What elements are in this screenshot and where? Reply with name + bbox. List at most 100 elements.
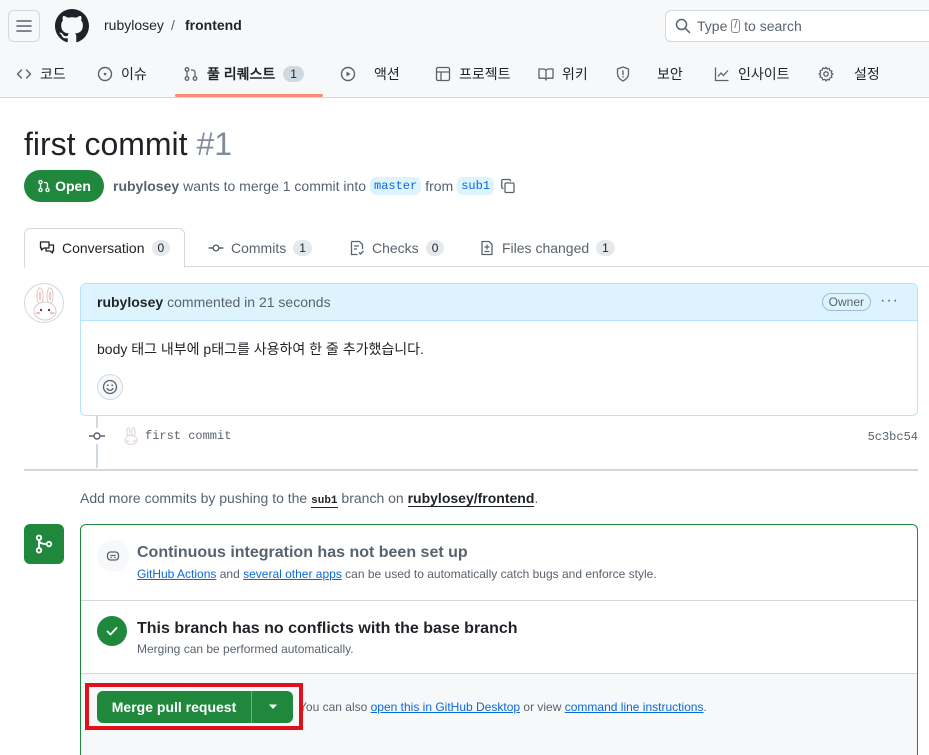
commit-message-link[interactable]: first commit <box>145 429 231 443</box>
other-apps-link[interactable]: several other apps <box>243 567 342 581</box>
base-branch-label[interactable]: master <box>370 177 422 195</box>
nav-security-label: 보안 <box>657 66 683 82</box>
pr-meta-text: wants to merge 1 commit into <box>183 178 366 194</box>
ci-rest-text: can be used to automatically catch bugs … <box>345 567 657 581</box>
highlight-box <box>85 683 303 730</box>
comment-header: rubylosey commented in 21 seconds <box>81 284 917 321</box>
pull-request-icon <box>38 179 50 193</box>
pr-meta-line: rubylosey wants to merge 1 commit into m… <box>113 177 516 195</box>
ci-and-text: and <box>219 567 240 581</box>
bunny-avatar-icon <box>124 427 138 445</box>
comment-discussion-icon <box>39 241 55 254</box>
nav-code-label: 코드 <box>40 66 66 82</box>
push-hint-repo-link[interactable]: rubylosey/frontend <box>407 490 535 507</box>
nav-pull-requests-count: 1 <box>283 66 304 82</box>
hamburger-menu-button[interactable] <box>8 10 40 42</box>
search-icon <box>675 18 691 34</box>
search-placeholder-suffix: to search <box>744 18 802 34</box>
push-hint-prefix: Add more commits by pushing to the <box>80 490 308 506</box>
nav-issues-label: 이슈 <box>121 66 147 82</box>
play-icon <box>340 66 356 82</box>
bunny-avatar-icon <box>33 287 57 321</box>
comment-card: rubylosey commented in 21 seconds Owner … <box>80 283 918 416</box>
nav-settings[interactable]: 설정 <box>818 58 880 90</box>
tab-commits[interactable]: Commits 1 <box>194 228 326 267</box>
commit-icon <box>88 428 106 444</box>
tab-files-changed-count: 1 <box>596 239 615 256</box>
code-icon <box>16 69 32 79</box>
nav-issues[interactable]: 이슈 <box>97 58 147 90</box>
nav-insights[interactable]: 인사이트 <box>714 58 790 90</box>
nav-actions[interactable]: 액션 <box>340 58 400 90</box>
nav-code[interactable]: 코드 <box>16 58 66 90</box>
conflict-section: This branch has no conflicts with the ba… <box>81 601 917 674</box>
search-input[interactable]: Type / to search <box>665 10 929 42</box>
commit-timeline-item: first commit 5c3bc54 <box>88 426 918 446</box>
footer-suffix: . <box>703 700 707 714</box>
ci-description: GitHub Actions and several other apps ca… <box>137 567 657 581</box>
nav-wiki-label: 위키 <box>562 66 588 82</box>
breadcrumb-repo-link[interactable]: frontend <box>185 17 242 33</box>
file-diff-icon <box>481 240 493 255</box>
breadcrumb-separator: / <box>171 17 175 33</box>
nav-security[interactable]: 보안 <box>615 58 683 90</box>
smiley-icon <box>102 379 118 395</box>
hamburger-icon <box>16 20 32 32</box>
push-hint: Add more commits by pushing to the sub1 … <box>80 490 539 508</box>
page-title: first commit #1 <box>24 126 232 163</box>
avatar[interactable] <box>24 283 64 323</box>
graph-icon <box>714 67 729 82</box>
tab-checks[interactable]: Checks 0 <box>335 228 458 267</box>
nav-insights-label: 인사이트 <box>738 66 790 82</box>
add-reaction-button[interactable] <box>97 374 123 400</box>
book-icon <box>538 68 554 81</box>
footer-mid: or view <box>523 700 562 714</box>
issue-icon <box>97 66 113 82</box>
tab-checks-count: 0 <box>425 239 445 256</box>
tab-conversation[interactable]: Conversation 0 <box>24 228 186 268</box>
push-hint-suffix: . <box>534 490 539 506</box>
command-line-instructions-link[interactable]: command line instructions <box>565 700 704 714</box>
commit-sha-link[interactable]: 5c3bc54 <box>868 430 918 444</box>
nav-settings-label: 설정 <box>854 66 880 82</box>
status-badge: Open <box>24 170 104 202</box>
comment-author-link[interactable]: rubylosey <box>97 294 163 310</box>
pull-request-icon <box>184 67 198 81</box>
tab-files-changed[interactable]: Files changed 1 <box>465 228 629 267</box>
tab-conversation-label: Conversation <box>62 240 145 256</box>
tab-commits-label: Commits <box>231 239 287 256</box>
check-circle-icon <box>97 616 127 646</box>
github-logo-icon[interactable] <box>55 9 89 43</box>
search-placeholder-prefix: Type <box>697 18 728 34</box>
open-in-desktop-link[interactable]: open this in GitHub Desktop <box>371 700 520 714</box>
commit-icon <box>208 243 224 251</box>
nav-actions-label: 액션 <box>374 66 400 82</box>
nav-pull-requests[interactable]: 풀 리퀘스트 1 <box>183 58 304 90</box>
comment-timestamp[interactable]: commented in 21 seconds <box>167 294 330 310</box>
shield-icon <box>616 66 630 82</box>
checklist-icon <box>350 240 364 255</box>
breadcrumb-owner-link[interactable]: rubylosey <box>104 17 164 33</box>
comment-body: body 태그 내부에 p태그를 사용하여 한 줄 추가했습니다. <box>97 341 424 357</box>
search-shortcut-key: / <box>731 19 741 33</box>
git-merge-icon <box>24 524 64 564</box>
pr-number: #1 <box>196 126 233 162</box>
head-branch-label[interactable]: sub1 <box>457 177 495 195</box>
nav-projects-label: 프로젝트 <box>459 66 511 82</box>
push-hint-middle: branch on <box>341 490 404 506</box>
push-hint-branch[interactable]: sub1 <box>311 495 338 508</box>
copy-icon[interactable] <box>500 178 516 194</box>
comment-options-button[interactable]: ··· <box>880 292 899 310</box>
pr-title-text: first commit <box>24 126 188 162</box>
nav-active-indicator <box>175 94 323 97</box>
table-icon <box>435 66 451 82</box>
pr-author-link[interactable]: rubylosey <box>113 178 179 194</box>
footer-prefix: You can also <box>299 700 368 714</box>
tab-commits-count: 1 <box>293 239 312 256</box>
github-actions-link[interactable]: GitHub Actions <box>137 567 216 581</box>
robot-icon <box>97 540 129 572</box>
nav-wiki[interactable]: 위키 <box>538 58 588 90</box>
nav-projects[interactable]: 프로젝트 <box>435 58 511 90</box>
tab-conversation-count: 0 <box>151 240 171 256</box>
repo-header: rubylosey / frontend Type / to search 코드… <box>0 0 929 98</box>
